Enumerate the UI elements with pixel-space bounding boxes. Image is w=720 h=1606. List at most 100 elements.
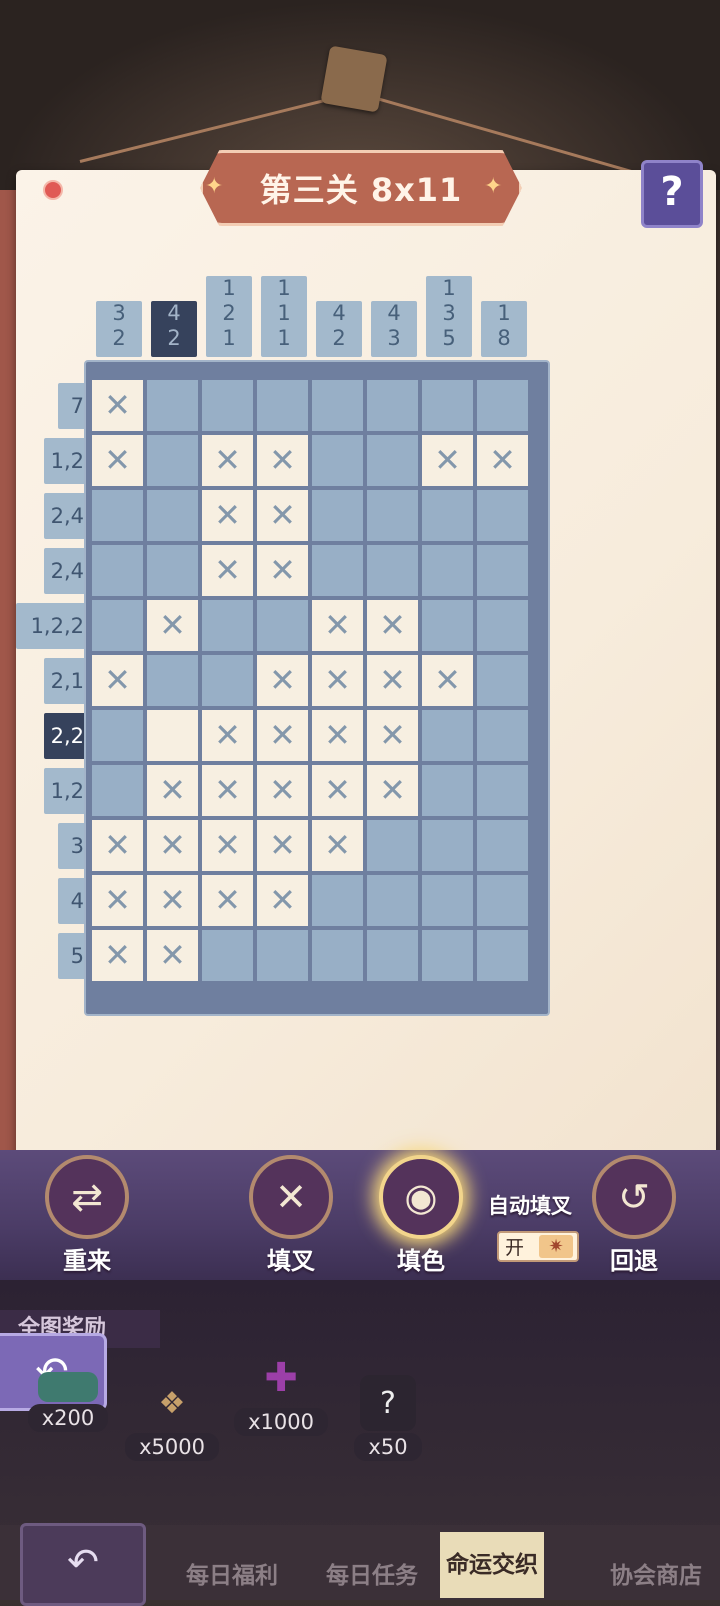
grid-cell-filled[interactable]: [202, 930, 253, 981]
grid-cell-crossed[interactable]: [92, 380, 143, 431]
grid-cell-filled[interactable]: [367, 490, 418, 541]
grid-cell-filled[interactable]: [312, 545, 363, 596]
grid-cell-filled[interactable]: [477, 490, 528, 541]
grid-cell-filled[interactable]: [147, 490, 198, 541]
grid-cell-crossed[interactable]: [312, 820, 363, 871]
reward-item[interactable]: ✚ x1000: [231, 1350, 331, 1436]
grid-cell-crossed[interactable]: [92, 655, 143, 706]
grid-cell-filled[interactable]: [257, 380, 308, 431]
grid-cell-filled[interactable]: [477, 875, 528, 926]
grid-cell-filled[interactable]: [477, 655, 528, 706]
grid-cell-crossed[interactable]: [312, 765, 363, 816]
help-button[interactable]: ?: [641, 160, 703, 228]
grid-cell-crossed[interactable]: [367, 655, 418, 706]
fill-color-button[interactable]: ◉ 填色: [379, 1155, 463, 1276]
grid-cell-crossed[interactable]: [312, 655, 363, 706]
grid-cell-filled[interactable]: [477, 710, 528, 761]
grid-cell-crossed[interactable]: [312, 600, 363, 651]
grid-cell-filled[interactable]: [367, 545, 418, 596]
grid-cell-crossed[interactable]: [422, 435, 473, 486]
grid-cell-filled[interactable]: [422, 765, 473, 816]
grid-cell-filled[interactable]: [477, 600, 528, 651]
grid-cell-crossed[interactable]: [202, 875, 253, 926]
grid-cell-crossed[interactable]: [147, 875, 198, 926]
grid-cell-empty[interactable]: [147, 710, 198, 761]
grid-cell-crossed[interactable]: [202, 490, 253, 541]
grid-cell-filled[interactable]: [477, 930, 528, 981]
grid-cell-crossed[interactable]: [367, 765, 418, 816]
auto-fill-toggle[interactable]: 开 ✷: [497, 1231, 579, 1262]
grid-cell-filled[interactable]: [422, 490, 473, 541]
grid-cell-crossed[interactable]: [257, 765, 308, 816]
grid-cell-filled[interactable]: [312, 435, 363, 486]
grid-cell-crossed[interactable]: [92, 930, 143, 981]
grid-cell-crossed[interactable]: [92, 820, 143, 871]
grid-cell-filled[interactable]: [422, 600, 473, 651]
mark-x-button[interactable]: ✕ 填叉: [249, 1155, 333, 1276]
back-button[interactable]: ↶: [20, 1523, 146, 1606]
grid-cell-filled[interactable]: [312, 380, 363, 431]
grid-cell-filled[interactable]: [422, 545, 473, 596]
grid-cell-filled[interactable]: [422, 875, 473, 926]
grid-cell-filled[interactable]: [92, 765, 143, 816]
grid-cell-filled[interactable]: [147, 655, 198, 706]
grid-cell-filled[interactable]: [422, 380, 473, 431]
grid-cell-filled[interactable]: [312, 930, 363, 981]
grid-cell-filled[interactable]: [257, 930, 308, 981]
tab-fate-intertwine[interactable]: 命运交织: [440, 1532, 544, 1598]
tab-daily-welfare[interactable]: 每日福利: [186, 1556, 278, 1590]
grid-cell-crossed[interactable]: [477, 435, 528, 486]
reward-item[interactable]: ❖ x5000: [122, 1375, 222, 1461]
grid-cell-filled[interactable]: [367, 435, 418, 486]
grid-cell-crossed[interactable]: [257, 490, 308, 541]
grid-cell-crossed[interactable]: [92, 875, 143, 926]
grid-cell-crossed[interactable]: [257, 545, 308, 596]
grid-cell-crossed[interactable]: [367, 600, 418, 651]
grid-cell-crossed[interactable]: [257, 820, 308, 871]
grid-cell-filled[interactable]: [312, 490, 363, 541]
grid-cell-crossed[interactable]: [147, 930, 198, 981]
grid-cell-filled[interactable]: [92, 710, 143, 761]
puzzle-grid[interactable]: [84, 360, 550, 1016]
grid-cell-crossed[interactable]: [147, 600, 198, 651]
grid-cell-filled[interactable]: [202, 600, 253, 651]
grid-cell-filled[interactable]: [477, 545, 528, 596]
restart-button[interactable]: ⇄ 重来: [45, 1155, 129, 1276]
grid-cell-filled[interactable]: [367, 875, 418, 926]
grid-cell-crossed[interactable]: [202, 545, 253, 596]
grid-cell-filled[interactable]: [147, 435, 198, 486]
grid-cell-filled[interactable]: [422, 710, 473, 761]
grid-cell-filled[interactable]: [147, 380, 198, 431]
grid-cell-filled[interactable]: [147, 545, 198, 596]
grid-cell-crossed[interactable]: [257, 655, 308, 706]
grid-cell-filled[interactable]: [92, 545, 143, 596]
grid-cell-crossed[interactable]: [202, 765, 253, 816]
grid-cell-crossed[interactable]: [422, 655, 473, 706]
grid-cell-crossed[interactable]: [202, 435, 253, 486]
tab-daily-tasks[interactable]: 每日任务: [326, 1556, 418, 1590]
grid-cell-filled[interactable]: [422, 930, 473, 981]
grid-cell-crossed[interactable]: [202, 820, 253, 871]
grid-cell-filled[interactable]: [257, 600, 308, 651]
grid-cell-filled[interactable]: [477, 380, 528, 431]
grid-cell-crossed[interactable]: [257, 875, 308, 926]
grid-cell-crossed[interactable]: [147, 765, 198, 816]
grid-cell-crossed[interactable]: [257, 435, 308, 486]
grid-cell-filled[interactable]: [367, 930, 418, 981]
undo-button[interactable]: ↺ 回退: [592, 1155, 676, 1276]
grid-cell-filled[interactable]: [367, 380, 418, 431]
grid-cell-filled[interactable]: [92, 600, 143, 651]
grid-cell-filled[interactable]: [202, 380, 253, 431]
reward-item[interactable]: x200: [18, 1372, 118, 1432]
grid-cell-filled[interactable]: [92, 490, 143, 541]
grid-cell-crossed[interactable]: [257, 710, 308, 761]
grid-cell-crossed[interactable]: [147, 820, 198, 871]
grid-cell-filled[interactable]: [477, 820, 528, 871]
grid-cell-filled[interactable]: [202, 655, 253, 706]
grid-cell-crossed[interactable]: [92, 435, 143, 486]
tab-guild-shop[interactable]: 协会商店: [610, 1556, 702, 1590]
grid-cell-filled[interactable]: [367, 820, 418, 871]
grid-cell-filled[interactable]: [312, 875, 363, 926]
grid-cell-filled[interactable]: [422, 820, 473, 871]
grid-cell-crossed[interactable]: [312, 710, 363, 761]
